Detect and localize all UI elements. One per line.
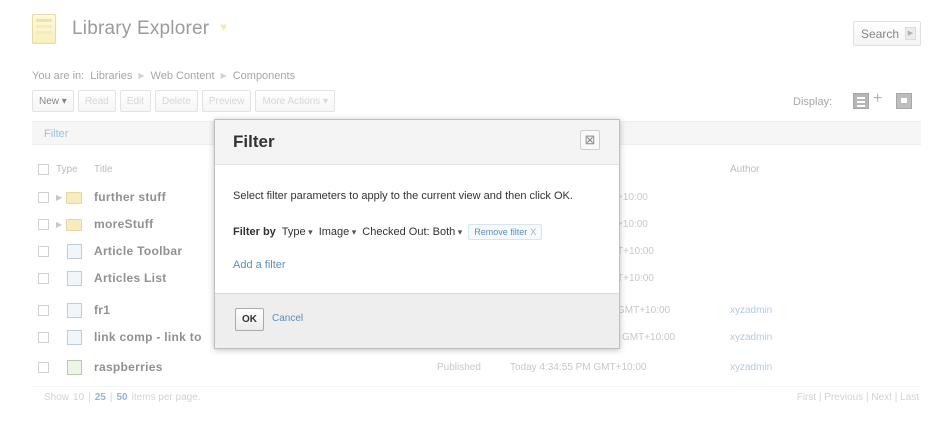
dialog-intro: Select filter parameters to apply to the… [233,190,573,202]
dialog-header: Filter ⊠ [215,120,619,165]
remove-filter-button[interactable]: Remove filter X [468,224,543,240]
filter-dialog: Filter ⊠ Select filter parameters to app… [214,119,620,349]
dialog-footer: OK Cancel [215,293,619,348]
filter-row: Filter by Type Image Checked Out: Both R… [233,224,543,240]
add-filter-link[interactable]: Add a filter [233,259,286,271]
cancel-link[interactable]: Cancel [272,313,303,324]
remove-x-icon: X [530,227,537,237]
dialog-title: Filter [233,132,275,151]
remove-filter-label: Remove filter [474,227,528,237]
close-icon[interactable]: ⊠ [580,130,600,150]
filter-value-dropdown[interactable]: Image [319,226,357,238]
filter-by-label: Filter by [233,226,276,238]
filter-type-dropdown[interactable]: Type [282,226,313,238]
ok-button[interactable]: OK [235,308,264,331]
filter-checked-out-dropdown[interactable]: Checked Out: Both [362,226,462,238]
